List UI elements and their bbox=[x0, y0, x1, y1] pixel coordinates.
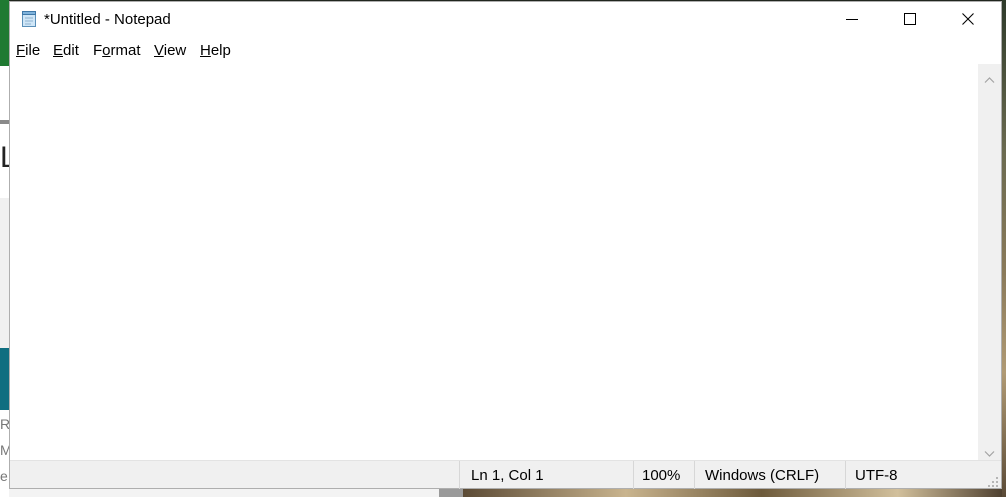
menu-label: F bbox=[93, 42, 103, 59]
menu-mnemonic: E bbox=[53, 42, 64, 59]
minimize-icon bbox=[846, 12, 858, 29]
status-divider bbox=[845, 461, 846, 489]
status-divider bbox=[694, 461, 695, 489]
window-title: *Untitled - Notepad bbox=[44, 11, 171, 28]
menu-file[interactable]: File bbox=[16, 42, 40, 60]
background-grey-panel bbox=[0, 198, 9, 348]
close-icon bbox=[962, 12, 974, 29]
desktop-wallpaper bbox=[1002, 0, 1006, 497]
menu-label: rmat bbox=[110, 42, 141, 59]
background-teal-panel bbox=[0, 348, 9, 410]
text-editor[interactable] bbox=[10, 64, 978, 460]
menu-mnemonic: F bbox=[16, 42, 26, 59]
status-divider bbox=[459, 461, 460, 489]
maximize-button[interactable] bbox=[881, 2, 939, 38]
cursor-position: Ln 1, Col 1 bbox=[471, 467, 544, 484]
zoom-level: 100% bbox=[642, 467, 681, 484]
minimize-button[interactable] bbox=[823, 2, 881, 38]
menu-mnemonic: o bbox=[102, 42, 111, 59]
menu-label: iew bbox=[163, 42, 187, 59]
desktop-wallpaper bbox=[463, 489, 1006, 497]
maximize-icon bbox=[904, 12, 916, 29]
menu-mnemonic: H bbox=[200, 42, 211, 59]
menu-mnemonic: V bbox=[154, 42, 164, 59]
menu-bar: File Edit Format View Help bbox=[10, 38, 1001, 64]
menu-format[interactable]: Format bbox=[93, 42, 141, 60]
background-text-fragment: e bbox=[0, 468, 8, 484]
resize-grip-icon[interactable] bbox=[985, 474, 999, 488]
vertical-scrollbar[interactable] bbox=[978, 64, 1001, 460]
notepad-window: *Untitled - Notepad File Edit Format Vie… bbox=[9, 1, 1002, 489]
menu-edit[interactable]: Edit bbox=[53, 42, 79, 60]
background-strip bbox=[439, 489, 463, 497]
background-divider bbox=[0, 120, 9, 124]
scroll-up-icon[interactable] bbox=[984, 71, 995, 83]
status-bar: Ln 1, Col 1 100% Windows (CRLF) UTF-8 bbox=[10, 460, 1001, 489]
status-divider bbox=[633, 461, 634, 489]
encoding: UTF-8 bbox=[855, 467, 898, 484]
background-strip bbox=[9, 489, 439, 497]
menu-label: elp bbox=[210, 42, 231, 59]
notepad-icon[interactable] bbox=[20, 11, 38, 28]
scroll-down-icon[interactable] bbox=[984, 445, 995, 457]
background-green-panel bbox=[0, 0, 9, 66]
menu-help[interactable]: Help bbox=[200, 42, 231, 60]
line-ending: Windows (CRLF) bbox=[705, 467, 820, 484]
menu-view[interactable]: View bbox=[154, 42, 186, 60]
menu-label: dit bbox=[63, 42, 79, 59]
close-button[interactable] bbox=[939, 2, 997, 38]
background-window-left: L R Mi e bbox=[0, 0, 17, 497]
menu-label: ile bbox=[25, 42, 41, 59]
title-bar[interactable]: *Untitled - Notepad bbox=[10, 2, 1001, 38]
